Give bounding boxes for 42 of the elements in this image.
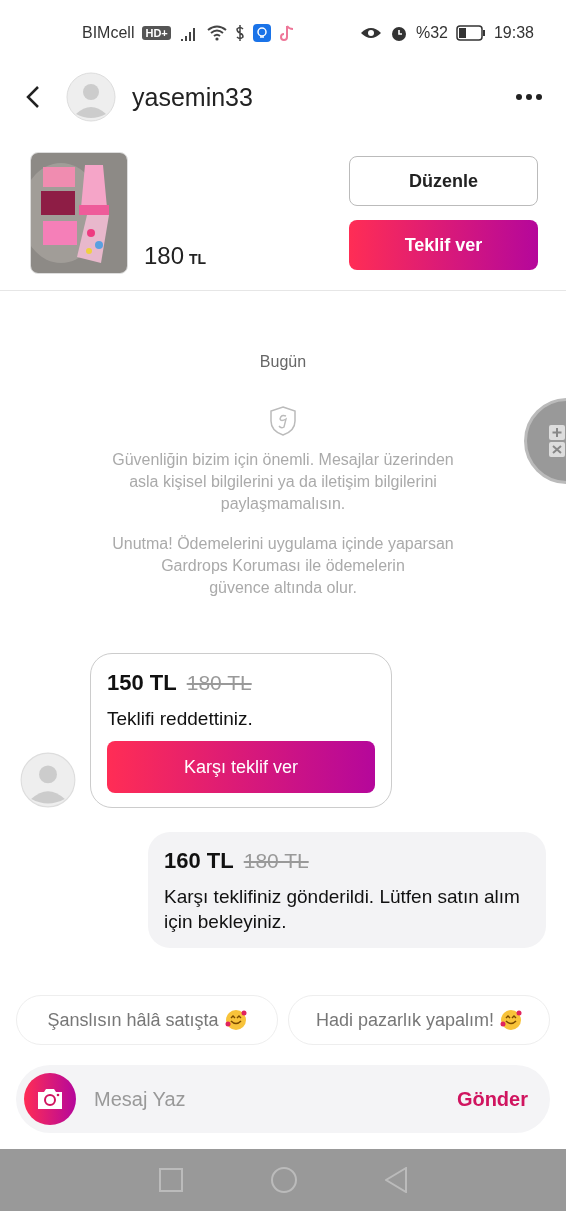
network-badge: HD+ bbox=[142, 26, 171, 40]
avatar-icon bbox=[20, 752, 76, 808]
camera-icon bbox=[35, 1087, 65, 1111]
old-price: 180 TL bbox=[243, 849, 309, 873]
camera-button[interactable] bbox=[24, 1073, 76, 1125]
quick-reply-chip[interactable]: Hadi pazarlık yapalım! bbox=[288, 995, 550, 1045]
quick-reply-chip[interactable]: Şanslısın hâlâ satışta bbox=[16, 995, 278, 1045]
date-label: Bugün bbox=[259, 353, 307, 371]
back-nav-icon[interactable] bbox=[385, 1167, 407, 1193]
calculator-icon bbox=[549, 425, 565, 457]
counter-offer-button[interactable]: Karşı teklif ver bbox=[107, 741, 375, 793]
message-text: Karşı teklifiniz gönderildi. Lütfen satın alım için bekleyiniz. bbox=[164, 885, 521, 934]
wifi-icon bbox=[206, 25, 227, 41]
offer-amount: 160 TL bbox=[164, 848, 234, 874]
more-icon[interactable] bbox=[516, 94, 542, 100]
emoji-icon bbox=[224, 1009, 247, 1031]
bulb-icon bbox=[252, 24, 271, 42]
back-icon[interactable] bbox=[26, 85, 40, 109]
battery-percent: %32 bbox=[415, 24, 448, 42]
home-icon[interactable] bbox=[271, 1167, 297, 1193]
battery-icon bbox=[455, 25, 486, 41]
old-price: 180 TL bbox=[186, 671, 252, 695]
emoji-icon bbox=[500, 1009, 523, 1031]
shield-icon bbox=[269, 405, 297, 437]
alarm-icon bbox=[389, 24, 408, 42]
offer-amount: 150 TL bbox=[107, 670, 177, 696]
music-note-icon bbox=[278, 24, 295, 42]
send-button[interactable]: Gönder bbox=[456, 1087, 528, 1111]
safety-notice: Unutma! Ödemelerini uygulama içinde yaparsan Gardrops Koruması ile ödemelerin güvence altında olur. bbox=[111, 534, 455, 598]
eye-icon bbox=[359, 26, 382, 40]
offer-button[interactable]: Teklif ver bbox=[349, 220, 538, 270]
product-price: 180 TL bbox=[144, 242, 207, 270]
carrier-name: BIMcell bbox=[82, 24, 135, 42]
recents-icon[interactable] bbox=[159, 1168, 183, 1192]
avatar-icon bbox=[66, 72, 116, 122]
dollar-icon bbox=[234, 24, 245, 42]
message-input[interactable]: Mesaj Yaz bbox=[92, 1086, 441, 1112]
edit-button[interactable]: Düzenle bbox=[349, 156, 538, 206]
safety-notice: Güvenliğin bizim için önemli. Mesajlar üzerinden asla kişisel bilgilerini ya da iletişim bilgilerini paylaşmamalısın. bbox=[111, 450, 455, 514]
message-text: Teklifi reddettiniz. bbox=[107, 707, 254, 731]
clock-time: 19:38 bbox=[493, 24, 534, 42]
username: yasemin33 bbox=[132, 82, 253, 112]
